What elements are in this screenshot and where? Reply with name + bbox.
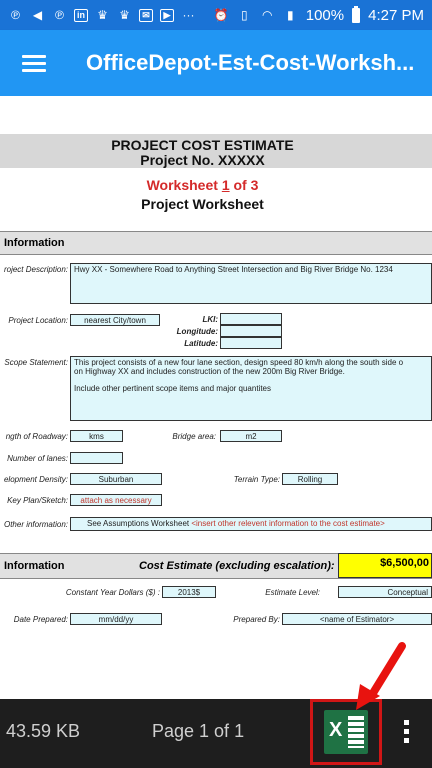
more-notifications-icon: ··· <box>182 8 195 22</box>
scope-statement-field[interactable]: This project consists of a new four lane… <box>70 356 432 421</box>
longitude-field[interactable] <box>220 325 282 337</box>
vibrate-icon: ▯ <box>240 8 248 22</box>
pinterest-icon: ℗ <box>11 8 20 22</box>
lki-field[interactable] <box>220 313 282 325</box>
document-title: OfficeDepot-Est-Cost-Worksh... <box>86 50 415 75</box>
status-bar: ℗ ◀ ℗ in ♛ ♛ ✉ ▶ ··· ⏰ ▯ ◠ ▮ 100% 4:27 P… <box>0 0 432 30</box>
mail-icon: ✉ <box>139 8 153 22</box>
crown-icon: ♛ <box>97 8 108 22</box>
date-prepared-field[interactable]: mm/dd/yy <box>70 613 162 625</box>
pinterest-icon: ℗ <box>55 8 64 22</box>
prepared-by-label: Prepared By: <box>233 615 280 624</box>
development-density-label: elopment Density: <box>3 475 68 484</box>
development-density-field[interactable]: Suburban <box>70 473 162 485</box>
worksheet-number: Worksheet 1 of 3 <box>146 177 259 193</box>
document-header: PROJECT COST ESTIMATE Project No. XXXXX … <box>0 134 432 214</box>
key-plan-label: Key Plan/Sketch: <box>7 496 68 505</box>
project-number: Project No. XXXXX <box>140 152 265 168</box>
open-in-excel-button[interactable]: X <box>310 699 382 765</box>
bridge-area-field[interactable]: m2 <box>220 430 282 442</box>
scope-line-1: This project consists of a new four lane… <box>74 358 404 367</box>
project-description-label: roject Description: <box>3 265 68 274</box>
worksheet-name: Project Worksheet <box>141 196 264 212</box>
alarm-icon: ⏰ <box>213 8 229 22</box>
project-location-field[interactable]: nearest City/town <box>70 314 160 326</box>
scope-line-3: Include other pertinent scope items and … <box>74 384 272 393</box>
latitude-field[interactable] <box>220 337 282 349</box>
project-location-label: Project Location: <box>8 316 68 325</box>
number-of-lanes-label: Number of lanes: <box>7 454 68 463</box>
prepared-by-field[interactable]: <name of Estimator> <box>282 613 432 625</box>
wifi-icon: ◠ <box>262 8 273 22</box>
estimate-level-field[interactable]: Conceptual <box>338 586 432 598</box>
constant-year-label: Constant Year Dollars ($) : <box>65 588 160 597</box>
latitude-label: Latitude: <box>184 339 218 348</box>
scope-line-2: on Highway XX and includes construction … <box>74 367 345 376</box>
project-description-field[interactable]: Hwy XX - Somewhere Road to Anything Stre… <box>70 263 432 304</box>
lki-label: LKI: <box>202 315 218 324</box>
longitude-label: Longitude: <box>176 327 218 336</box>
file-size: 43.59 KB <box>6 721 81 741</box>
battery-percent: 100% <box>305 6 345 24</box>
constant-year-field[interactable]: 2013$ <box>162 586 216 598</box>
app-bar: OfficeDepot-Est-Cost-Worksh... <box>0 30 432 96</box>
battery-icon <box>352 5 361 23</box>
linkedin-icon: in <box>74 8 88 22</box>
document-viewer[interactable]: PROJECT COST ESTIMATE Project No. XXXXX … <box>0 96 432 699</box>
date-prepared-label: Date Prepared: <box>13 615 68 624</box>
other-information-field[interactable]: See Assumptions Worksheet <insert other … <box>70 517 432 531</box>
page-indicator: Page 1 of 1 <box>152 721 245 741</box>
excel-icon: X <box>324 710 368 754</box>
cost-estimate-label: Cost Estimate (excluding escalation): <box>139 560 335 572</box>
bridge-area-label: Bridge area: <box>172 432 216 441</box>
signal-icon: ▮ <box>286 8 294 22</box>
document-main-title: PROJECT COST ESTIMATE <box>111 137 294 153</box>
key-plan-field[interactable]: attach as necessary <box>70 494 162 506</box>
more-options-icon[interactable] <box>398 717 414 751</box>
terrain-type-label: Terrain Type: <box>233 475 280 484</box>
clock: 4:27 PM <box>368 6 424 24</box>
crown-icon: ♛ <box>119 8 130 22</box>
length-of-roadway-field[interactable]: kms <box>70 430 123 442</box>
cost-estimate-value[interactable]: $6,500,00 <box>338 553 432 578</box>
youtube-icon: ▶ <box>160 8 174 22</box>
length-of-roadway-label: ngth of Roadway: <box>5 432 68 441</box>
other-information-label: Other information: <box>3 520 68 529</box>
information-section-header: Information <box>0 231 432 255</box>
send-icon: ◀ <box>32 8 43 22</box>
terrain-type-field[interactable]: Rolling <box>282 473 338 485</box>
number-of-lanes-field[interactable] <box>70 452 123 464</box>
scope-statement-label: Scope Statement: <box>4 358 68 367</box>
notification-icons: ℗ ◀ ℗ in ♛ ♛ ✉ ▶ ··· <box>0 8 196 22</box>
estimate-level-label: Estimate Level: <box>265 588 320 597</box>
bottom-toolbar: 43.59 KB Page 1 of 1 X <box>0 699 432 768</box>
menu-icon[interactable] <box>22 51 46 76</box>
